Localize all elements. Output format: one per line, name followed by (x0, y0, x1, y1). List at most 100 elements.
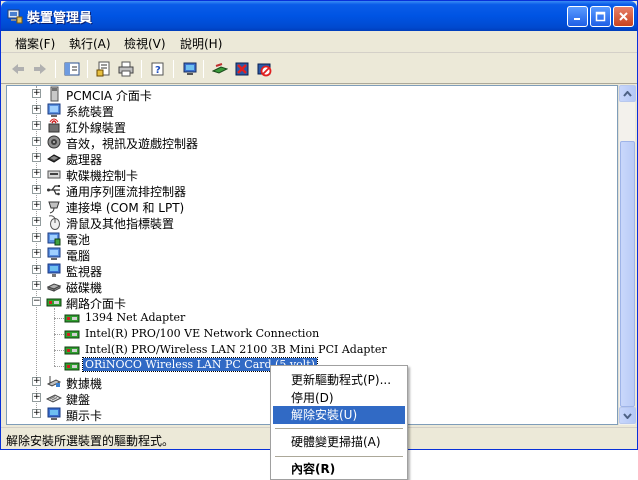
infrared-icon (46, 118, 62, 134)
back-button[interactable] (7, 59, 29, 79)
properties-icon (96, 61, 110, 77)
network-adapter-icon (64, 342, 80, 358)
expand-toggle[interactable]: + (32, 393, 41, 402)
scroll-up-button[interactable] (619, 85, 636, 102)
show-hide-tree-button[interactable] (61, 59, 83, 79)
menu-separator (275, 428, 403, 429)
network-adapter-icon (64, 310, 80, 326)
chevron-down-icon (623, 412, 632, 419)
floppy-controller-icon (46, 166, 62, 182)
tree-node-processors[interactable]: + 處理器 (7, 150, 607, 167)
tree-node-pcmcia[interactable]: + PCMCIA 介面卡 (7, 86, 607, 103)
mouse-icon (46, 214, 62, 230)
menu-file[interactable]: 檔案(F) (15, 35, 55, 52)
tree-label: Intel(R) PRO/Wireless LAN 2100 3B Mini P… (85, 343, 387, 356)
tree-node-batteries[interactable]: + 電池 (7, 230, 607, 247)
uninstall-icon (235, 62, 249, 76)
forward-icon (34, 64, 46, 74)
expand-toggle[interactable]: + (32, 217, 41, 226)
system-devices-icon (46, 102, 62, 118)
scroll-thumb[interactable] (620, 141, 635, 407)
processor-icon (46, 150, 62, 166)
maximize-button[interactable] (590, 6, 611, 27)
scroll-down-button[interactable] (619, 407, 636, 424)
tree-node-floppy-controllers[interactable]: + 軟碟機控制卡 (7, 166, 607, 183)
tree-label: 顯示卡 (66, 409, 103, 423)
expand-toggle[interactable]: + (32, 185, 41, 194)
expand-toggle[interactable]: + (32, 153, 41, 162)
expand-toggle[interactable]: + (32, 377, 41, 386)
tree-node-network-adapters[interactable]: − 網路介面卡 (7, 294, 607, 311)
window-title: 裝置管理員 (27, 11, 93, 26)
forward-button[interactable] (29, 59, 51, 79)
toolbar: ? (1, 54, 637, 84)
context-uninstall[interactable]: 解除安裝(U) (273, 406, 405, 424)
computer-icon (183, 62, 197, 75)
tree-node-sound-video-game[interactable]: + 音效，視訊及遊戲控制器 (7, 134, 607, 151)
menu-separator (275, 456, 403, 457)
disable-icon (257, 63, 272, 77)
expand-toggle[interactable]: + (32, 121, 41, 130)
expand-toggle[interactable]: + (32, 201, 41, 210)
computer-icon (46, 246, 62, 262)
tree-label: 1394 Net Adapter (85, 311, 186, 324)
expand-toggle[interactable]: + (32, 137, 41, 146)
expand-toggle[interactable]: + (32, 89, 41, 98)
tree-node-system-devices[interactable]: + 系統裝置 (7, 102, 607, 119)
network-adapter-icon (64, 358, 80, 374)
menu-help[interactable]: 說明(H) (180, 35, 222, 52)
expand-toggle[interactable]: + (32, 249, 41, 258)
device-manager-icon (7, 8, 23, 24)
tree-node-mice[interactable]: + 滑鼠及其他指標裝置 (7, 214, 607, 231)
speaker-icon (46, 134, 62, 150)
tree-node-intel-pro-100[interactable]: Intel(R) PRO/100 VE Network Connection (7, 326, 607, 342)
network-adapter-icon (64, 326, 80, 342)
disk-drive-icon (46, 278, 62, 294)
help-icon: ? (151, 62, 164, 76)
help-button[interactable]: ? (147, 59, 169, 79)
tree-node-computer[interactable]: + 電腦 (7, 246, 607, 263)
disable-button[interactable] (253, 59, 275, 79)
close-button[interactable] (613, 6, 634, 27)
update-driver-icon (212, 63, 228, 74)
title-bar[interactable]: 裝置管理員 (1, 1, 637, 31)
tree-node-ports[interactable]: + 連接埠 (COM 和 LPT) (7, 198, 607, 215)
context-properties[interactable]: 內容(R) (273, 460, 405, 478)
expand-toggle[interactable]: + (32, 409, 41, 418)
expand-toggle[interactable]: + (32, 105, 41, 114)
uninstall-button[interactable] (231, 59, 253, 79)
expand-toggle[interactable]: + (32, 265, 41, 274)
modem-icon (46, 374, 62, 390)
svg-text:?: ? (155, 65, 161, 76)
menu-action[interactable]: 執行(A) (69, 35, 111, 52)
tree-node-disk-drives[interactable]: + 磁碟機 (7, 278, 607, 295)
context-update-driver[interactable]: 更新驅動程式(P)... (273, 371, 405, 389)
expand-toggle[interactable]: + (32, 281, 41, 290)
menu-bar: 檔案(F) 執行(A) 檢視(V) 說明(H) (1, 31, 637, 53)
print-icon (118, 61, 134, 77)
print-button[interactable] (115, 59, 137, 79)
display-adapter-icon (46, 406, 62, 422)
tree-node-1394-net-adapter[interactable]: 1394 Net Adapter (7, 310, 607, 326)
tree-node-intel-pro-wireless[interactable]: Intel(R) PRO/Wireless LAN 2100 3B Mini P… (7, 342, 607, 358)
keyboard-icon (45, 390, 63, 406)
monitor-icon (46, 262, 62, 278)
context-scan-hardware[interactable]: 硬體變更掃描(A) (273, 433, 405, 451)
properties-button[interactable] (93, 59, 115, 79)
vertical-scrollbar[interactable] (618, 85, 636, 425)
tree-node-usb-controllers[interactable]: + 通用序列匯流排控制器 (7, 182, 607, 199)
expand-toggle[interactable]: + (32, 233, 41, 242)
collapse-toggle[interactable]: − (32, 297, 41, 306)
context-disable[interactable]: 停用(D) (273, 389, 405, 407)
pcmcia-icon (46, 86, 62, 102)
tree-node-infrared[interactable]: + 紅外線裝置 (7, 118, 607, 135)
chevron-up-icon (623, 90, 632, 97)
minimize-button[interactable] (567, 6, 588, 27)
usb-icon (46, 182, 62, 198)
menu-view[interactable]: 檢視(V) (124, 35, 166, 52)
show-hide-console-tree-icon (64, 62, 80, 76)
expand-toggle[interactable]: + (32, 169, 41, 178)
update-driver-button[interactable] (209, 59, 231, 79)
scan-computer-button[interactable] (179, 59, 201, 79)
tree-node-monitors[interactable]: + 監視器 (7, 262, 607, 279)
